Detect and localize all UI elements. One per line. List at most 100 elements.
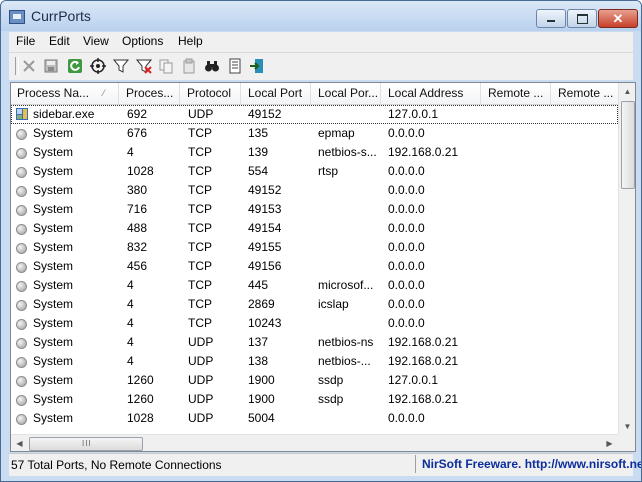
table-row[interactable]: System 676 TCP 135 epmap 0.0.0.0	[11, 124, 618, 143]
cell-protocol: TCP	[188, 221, 212, 235]
cell-protocol: TCP	[188, 126, 212, 140]
sort-ascending-icon: ⁄	[103, 88, 105, 98]
cell-local-port-name: icslap	[318, 297, 349, 311]
scroll-left-icon[interactable]: ◀	[11, 435, 28, 451]
cell-process-name: System	[33, 335, 74, 349]
column-header-protocol[interactable]: Protocol	[181, 83, 241, 104]
cell-local-port: 137	[248, 335, 269, 349]
table-row[interactable]: System 1260 UDP 1900 ssdp 127.0.0.1	[11, 371, 618, 390]
close-button[interactable]: ✕	[598, 9, 638, 28]
cell-local-port-name: netbios-ns	[318, 335, 374, 349]
cell-local-port: 2869	[248, 297, 275, 311]
copy-icon	[159, 59, 173, 74]
table-row[interactable]: System 832 TCP 49155 0.0.0.0	[11, 238, 618, 257]
menu-options[interactable]: Options	[122, 34, 163, 48]
menu-file[interactable]: File	[16, 34, 35, 48]
cell-process-name: System	[33, 392, 74, 406]
menu-view[interactable]: View	[83, 34, 109, 48]
nirsoft-link[interactable]: NirSoft Freeware. http://www.nirsoft.net	[415, 455, 641, 473]
cell-process-id: 1260	[127, 373, 154, 387]
scroll-down-icon[interactable]: ▼	[619, 418, 635, 435]
menu-edit[interactable]: Edit	[49, 34, 70, 48]
column-header-local-address[interactable]: Local Address	[382, 83, 481, 104]
process-icon	[16, 338, 27, 349]
find-icon	[205, 61, 219, 72]
target-button[interactable]	[89, 57, 107, 75]
exit-icon	[250, 59, 263, 73]
table-row[interactable]: System 1260 UDP 1900 ssdp 192.168.0.21	[11, 390, 618, 409]
grip-icon: III	[82, 439, 92, 448]
cell-process-id: 4	[127, 335, 134, 349]
table-row[interactable]: System 4 TCP 445 microsof... 0.0.0.0	[11, 276, 618, 295]
cell-process-id: 456	[127, 259, 148, 273]
window-title: CurrPorts	[31, 8, 91, 24]
horizontal-scrollbar[interactable]: ◀ III ▶	[11, 434, 618, 451]
column-header-remote-port[interactable]: Remote ...	[482, 83, 551, 104]
table-row[interactable]: System 4 UDP 137 netbios-ns 192.168.0.21	[11, 333, 618, 352]
cell-local-port: 49155	[248, 240, 282, 254]
copy-button[interactable]	[157, 57, 175, 75]
ports-list[interactable]: Process Na... ⁄ Proces... Protocol Local …	[10, 82, 636, 452]
properties-button[interactable]	[180, 57, 198, 75]
table-row[interactable]: System 4 UDP 138 netbios-... 192.168.0.21	[11, 352, 618, 371]
vertical-scroll-thumb[interactable]	[621, 101, 635, 189]
table-row[interactable]: System 1028 UDP 5004 0.0.0.0	[11, 409, 618, 428]
cell-local-port-name: ssdp	[318, 373, 344, 387]
close-connection-button[interactable]	[20, 57, 38, 75]
remove-filter-icon	[136, 59, 152, 74]
table-row[interactable]: System 1028 TCP 554 rtsp 0.0.0.0	[11, 162, 618, 181]
cell-process-name: System	[33, 164, 74, 178]
column-header-process-id[interactable]: Proces...	[120, 83, 180, 104]
report-button[interactable]	[226, 57, 244, 75]
cell-process-name: System	[33, 373, 74, 387]
cell-process-id: 716	[127, 202, 148, 216]
horizontal-scroll-thumb[interactable]: III	[29, 437, 143, 451]
minimize-button[interactable]	[536, 9, 566, 28]
cell-process-name: System	[33, 354, 74, 368]
cell-local-port: 1900	[248, 373, 275, 387]
cell-process-name: System	[33, 202, 74, 216]
save-button[interactable]	[42, 57, 60, 75]
table-row[interactable]: sidebar.exe 692 UDP 49152 127.0.0.1	[11, 105, 618, 124]
cell-local-port-name: ssdp	[318, 392, 344, 406]
filter-button[interactable]	[112, 57, 130, 75]
find-button[interactable]	[203, 57, 221, 75]
cell-process-id: 4	[127, 354, 134, 368]
scroll-up-icon[interactable]: ▲	[619, 83, 635, 100]
cell-protocol: TCP	[188, 278, 212, 292]
scroll-right-icon[interactable]: ▶	[601, 435, 618, 451]
cell-local-port-name: netbios-s...	[318, 145, 377, 159]
table-row[interactable]: System 4 TCP 2869 icslap 0.0.0.0	[11, 295, 618, 314]
cell-protocol: TCP	[188, 164, 212, 178]
refresh-button[interactable]	[66, 57, 84, 75]
table-row[interactable]: System 716 TCP 49153 0.0.0.0	[11, 200, 618, 219]
exit-button[interactable]	[248, 57, 266, 75]
table-row[interactable]: System 488 TCP 49154 0.0.0.0	[11, 219, 618, 238]
table-row[interactable]: System 4 TCP 139 netbios-s... 192.168.0.21	[11, 143, 618, 162]
close-connection-icon	[23, 60, 35, 72]
column-header-local-port-name[interactable]: Local Por...	[312, 83, 381, 104]
cell-local-port-name: epmap	[318, 126, 355, 140]
menu-bar: File Edit View Options Help	[9, 32, 633, 52]
cell-local-address: 0.0.0.0	[388, 202, 425, 216]
cell-process-id: 676	[127, 126, 148, 140]
menu-help[interactable]: Help	[178, 34, 203, 48]
maximize-button[interactable]	[567, 9, 597, 28]
table-row[interactable]: System 380 TCP 49152 0.0.0.0	[11, 181, 618, 200]
table-row[interactable]: System 456 TCP 49156 0.0.0.0	[11, 257, 618, 276]
vertical-scrollbar[interactable]: ▲ ▼	[618, 83, 635, 435]
table-row[interactable]: System 4 TCP 10243 0.0.0.0	[11, 314, 618, 333]
title-bar[interactable]: CurrPorts ✕	[1, 1, 641, 31]
cell-process-id: 692	[127, 107, 148, 121]
process-icon	[16, 281, 27, 292]
cell-process-name: System	[33, 183, 74, 197]
cell-local-port: 49156	[248, 259, 282, 273]
process-icon	[16, 357, 27, 368]
cell-protocol: TCP	[188, 259, 212, 273]
column-header-local-port[interactable]: Local Port	[242, 83, 311, 104]
cell-process-id: 4	[127, 316, 134, 330]
remove-filter-button[interactable]	[135, 57, 153, 75]
column-header-remote-port-name[interactable]: Remote ...	[552, 83, 620, 104]
target-icon	[90, 58, 106, 74]
column-header-process-name[interactable]: Process Na... ⁄	[11, 83, 119, 104]
